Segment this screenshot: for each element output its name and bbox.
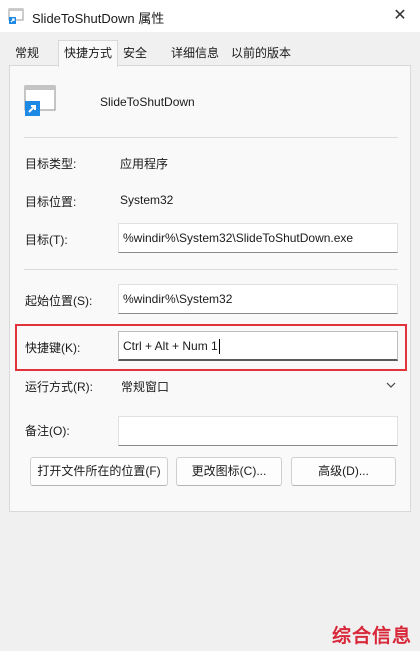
- hotkey-label: 快捷键(K):: [25, 341, 81, 355]
- divider: [24, 137, 398, 138]
- tab-details[interactable]: 详细信息: [166, 42, 224, 66]
- advanced-button[interactable]: 高级(D)...: [291, 457, 396, 486]
- target-label: 目标(T):: [25, 233, 68, 247]
- tab-shortcut[interactable]: 快捷方式: [58, 40, 119, 67]
- change-icon-button[interactable]: 更改图标(C)...: [176, 457, 282, 486]
- target-location-label: 目标位置:: [25, 195, 77, 209]
- comment-label: 备注(O):: [25, 424, 70, 438]
- shortcut-icon: [8, 8, 24, 24]
- hotkey-field[interactable]: Ctrl + Alt + Num 1: [118, 331, 398, 361]
- text-caret: [218, 339, 220, 355]
- target-type-label: 目标类型:: [25, 157, 77, 171]
- close-icon: ✕: [393, 7, 407, 24]
- comment-field[interactable]: [118, 416, 398, 446]
- tab-strip: 常规 快捷方式 安全 详细信息 以前的版本: [0, 40, 420, 67]
- tab-previous-versions[interactable]: 以前的版本: [226, 42, 296, 66]
- tab-security[interactable]: 安全: [118, 42, 152, 66]
- chevron-down-icon: [386, 382, 396, 388]
- close-button[interactable]: ✕: [390, 6, 410, 26]
- run-select[interactable]: 常规窗口: [118, 372, 398, 398]
- watermark: 综合信息: [331, 625, 412, 647]
- title-bar: SlideToShutDown 属性 ✕: [0, 0, 420, 32]
- start-in-field[interactable]: %windir%\System32: [118, 284, 398, 314]
- app-name: SlideToShutDown: [100, 95, 195, 109]
- start-in-label: 起始位置(S):: [25, 294, 93, 308]
- shortcut-icon: [24, 85, 56, 116]
- run-select-value: 常规窗口: [121, 380, 170, 394]
- window-title: SlideToShutDown 属性: [32, 11, 165, 26]
- run-label: 运行方式(R):: [25, 380, 93, 394]
- divider: [24, 269, 398, 270]
- open-location-button[interactable]: 打开文件所在的位置(F): [30, 457, 168, 486]
- shortcut-panel: SlideToShutDown 目标类型: 应用程序 目标位置: System3…: [9, 65, 411, 512]
- target-type-value: 应用程序: [120, 157, 169, 171]
- target-location-value: System32: [120, 193, 174, 207]
- hotkey-value: Ctrl + Alt + Num 1: [123, 339, 218, 353]
- tab-general[interactable]: 常规: [10, 42, 44, 66]
- target-field[interactable]: %windir%\System32\SlideToShutDown.exe: [118, 223, 398, 253]
